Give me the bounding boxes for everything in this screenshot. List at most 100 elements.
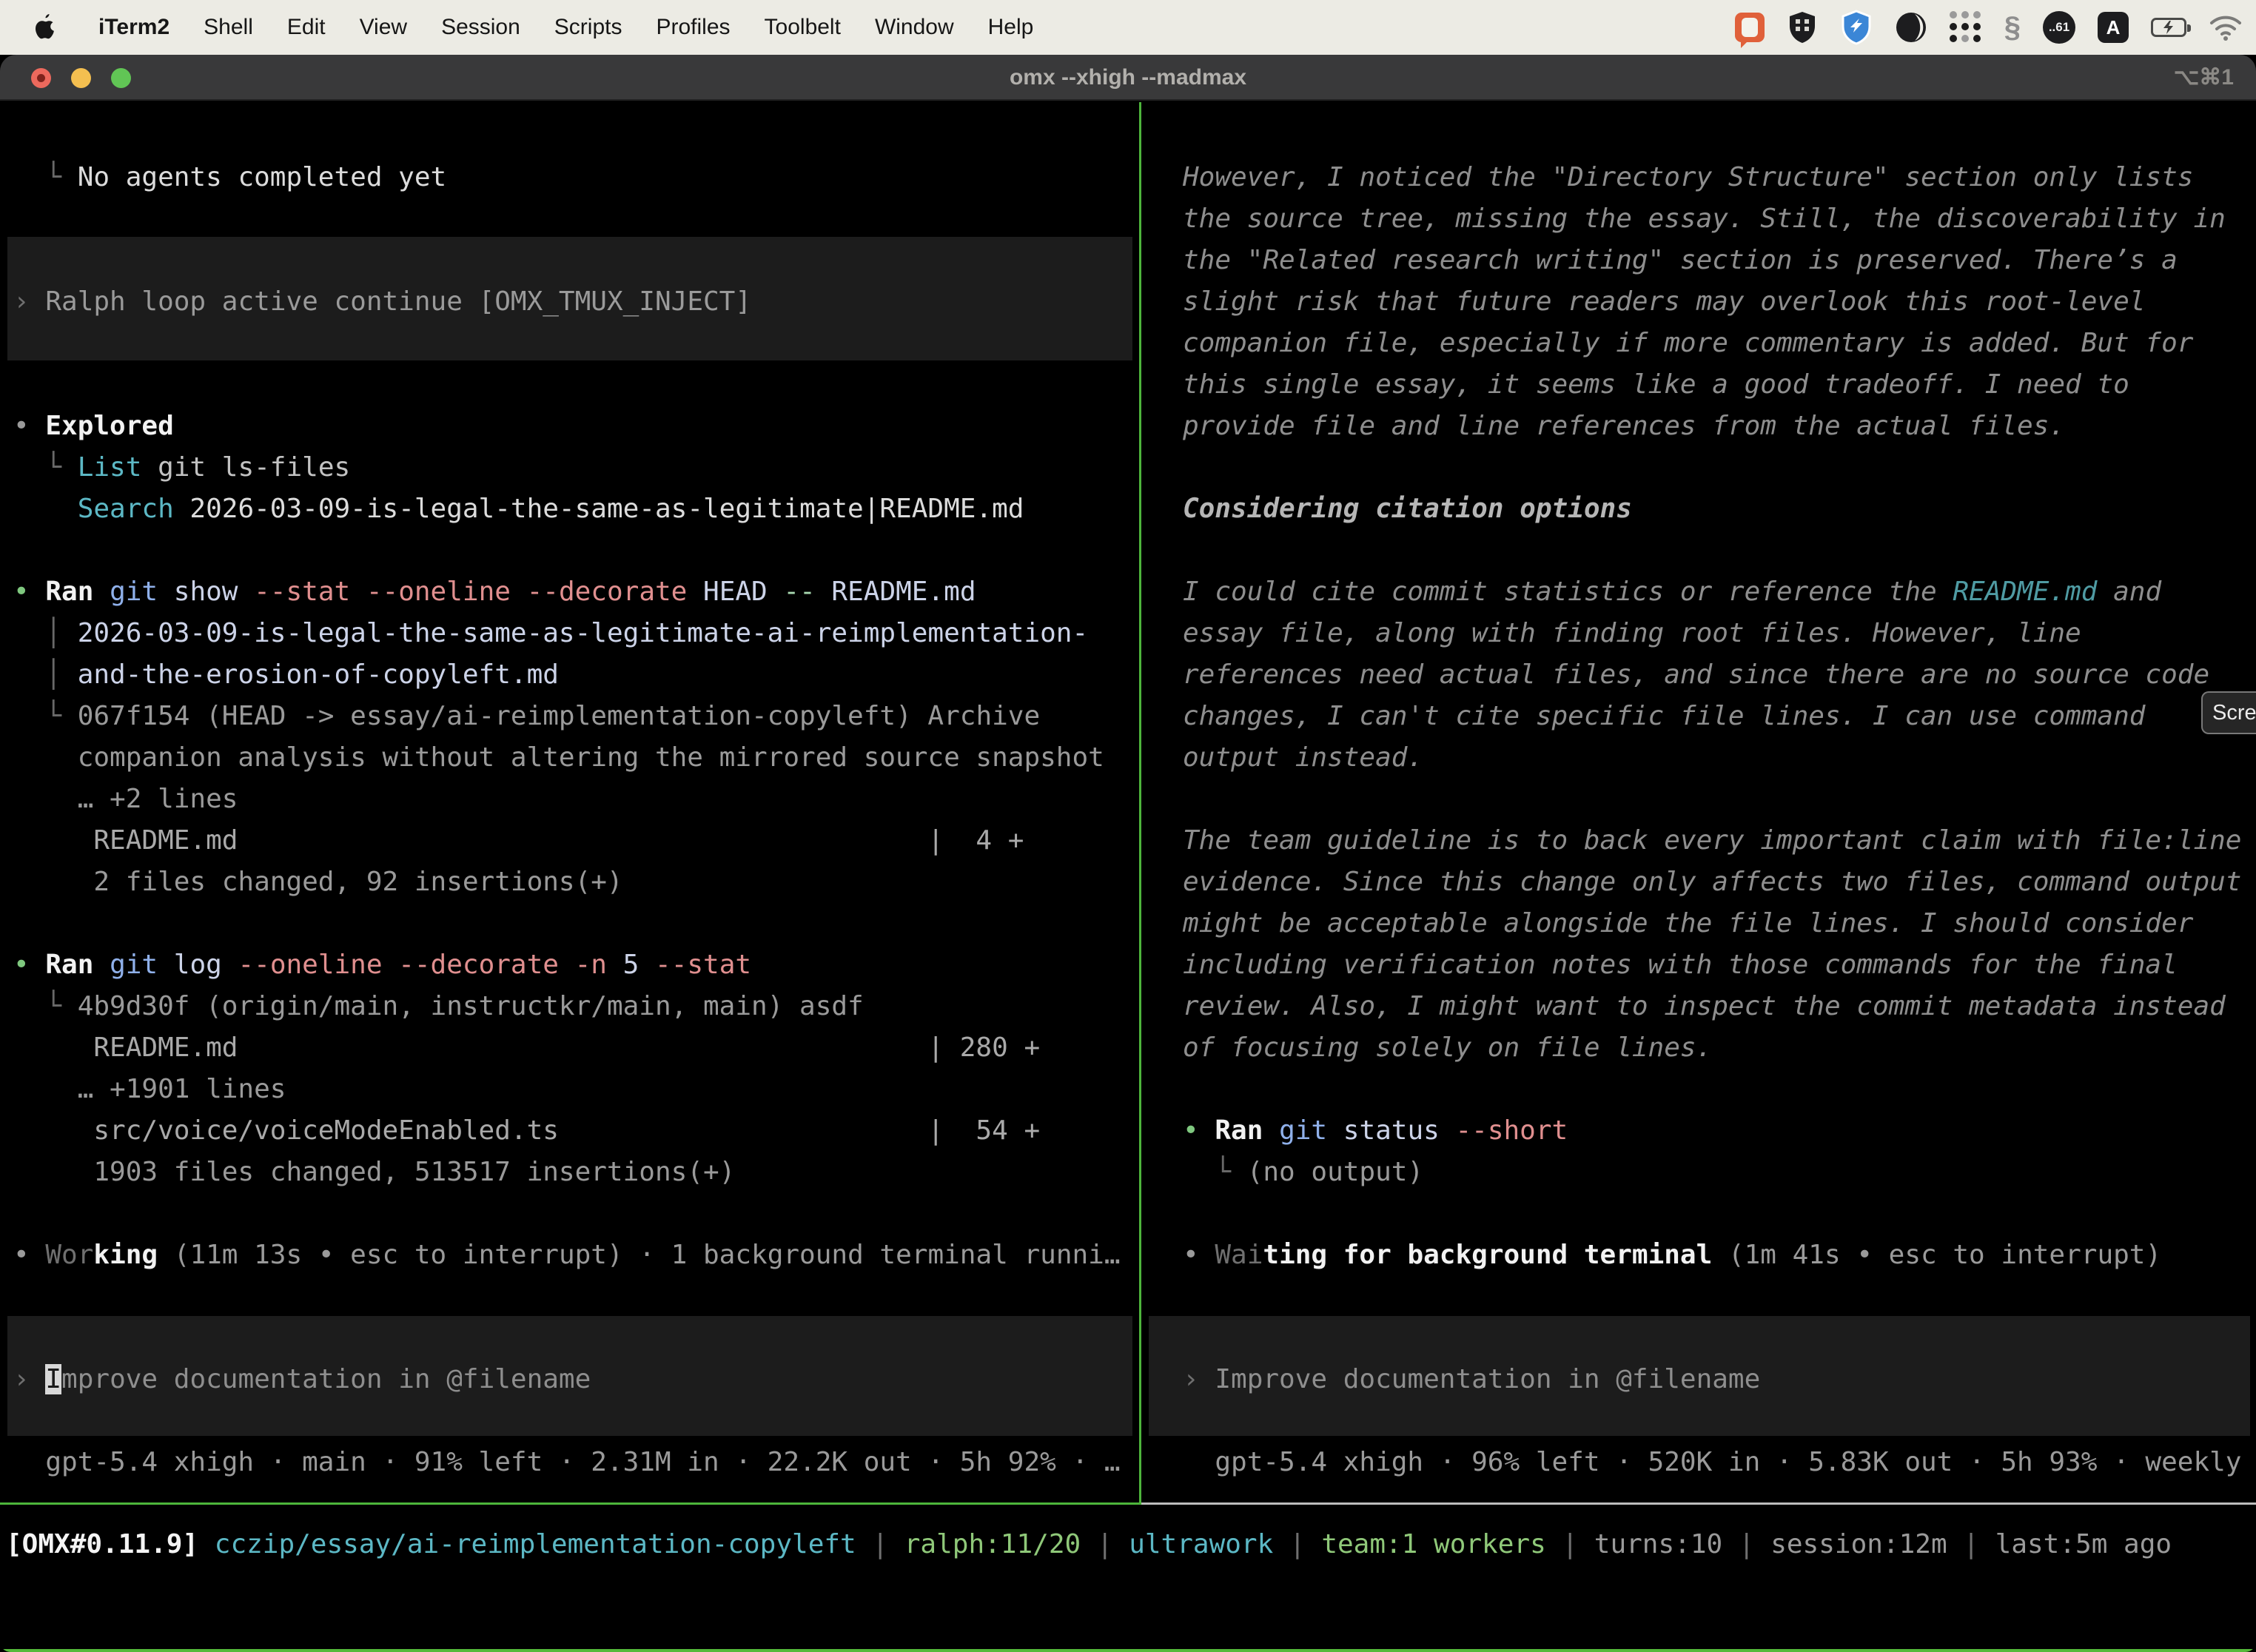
menu-toolbelt[interactable]: Toolbelt <box>748 15 858 40</box>
status-segment: | <box>1273 1529 1321 1559</box>
a-square-icon[interactable]: A <box>2098 10 2129 45</box>
battery-percent-icon[interactable]: ..61 <box>2043 10 2075 45</box>
menu-session[interactable]: Session <box>424 15 537 40</box>
terminal-line <box>1183 530 2256 571</box>
text-segment: (no output) <box>1247 1157 1423 1187</box>
tmux-status-bar: [omx-cczip0:bash* "MacBook-Pro-44.local"… <box>0 1649 2256 1652</box>
terminal-line <box>1183 1317 2256 1359</box>
terminal-line: evidence. Since this change only affects… <box>1183 862 2256 903</box>
menu-app-name[interactable]: iTerm2 <box>81 15 187 40</box>
menu-scripts[interactable]: Scripts <box>537 15 639 40</box>
menu-shell[interactable]: Shell <box>187 15 270 40</box>
terminal-line <box>13 323 1139 364</box>
text-segment: 2026-03-09-is-legal-the-same-as-legitima… <box>174 494 1024 524</box>
text-segment: --stat --oneline --decorate <box>254 577 703 607</box>
apple-menu-icon[interactable] <box>28 14 61 41</box>
terminal-line: │ 2026-03-09-is-legal-the-same-as-legiti… <box>13 613 1139 654</box>
text-segment: git <box>110 950 174 980</box>
text-segment: … +2 lines <box>13 784 238 814</box>
terminal-line: │ and-the-erosion-of-copyleft.md <box>13 654 1139 696</box>
text-segment: ting for background terminal <box>1263 1240 1712 1270</box>
text-segment: companion analysis without altering the … <box>13 742 1104 773</box>
shield-grid-icon[interactable] <box>1787 10 1818 45</box>
record-icon[interactable] <box>1735 10 1765 45</box>
menu-window[interactable]: Window <box>858 15 971 40</box>
menu-view[interactable]: View <box>343 15 424 40</box>
spark-shield-icon[interactable] <box>1840 10 1873 45</box>
status-segment: ultrawork <box>1129 1529 1273 1559</box>
text-segment: │ <box>13 659 78 690</box>
text-segment: --stat <box>655 950 751 980</box>
text-segment: slight risk that future readers may over… <box>1183 286 2145 317</box>
terminal-line: README.md | 4 + <box>13 820 1139 862</box>
text-segment: However, I noticed the "Directory Struct… <box>1183 162 2193 192</box>
text-segment: The team guideline is to back every impo… <box>1183 825 2241 856</box>
terminal-line <box>1183 1400 2256 1442</box>
window-title-bar[interactable]: omx --xhigh --madmax ⌥⌘1 <box>0 55 2256 101</box>
terminal-line: … +2 lines <box>13 779 1139 820</box>
status-segment: [OMX#0.11.9] <box>6 1529 215 1559</box>
text-segment: › <box>13 286 45 317</box>
text-segment: Ran <box>45 577 110 607</box>
text-segment: I could cite commit statistics or refere… <box>1183 577 1953 607</box>
terminal-area[interactable]: └ No agents completed yet› Ralph loop ac… <box>0 102 2256 1652</box>
text-segment: Considering citation options <box>1183 494 1632 524</box>
terminal-line: companion file, especially if more comme… <box>1183 323 2256 364</box>
terminal-line: references need actual files, and since … <box>1183 654 2256 696</box>
macos-menu-bar: iTerm2 ShellEditViewSessionScriptsProfil… <box>0 0 2256 55</box>
text-segment: --oneline --decorate <box>238 950 574 980</box>
terminal-line <box>13 364 1139 406</box>
command-input-right[interactable]: › Improve documentation in @filename <box>1183 1359 2256 1400</box>
status-segment: last:5m ago <box>1995 1529 2172 1559</box>
text-segment: └ <box>13 452 78 483</box>
text-segment: Search <box>78 494 174 524</box>
terminal-line: • Working (11m 13s • esc to interrupt) ·… <box>13 1235 1139 1276</box>
window-shortcut-badge: ⌥⌘1 <box>2174 55 2234 101</box>
text-segment: Improve documentation in @filename <box>1215 1364 1760 1394</box>
pane-divider-vertical[interactable] <box>1139 102 1141 1505</box>
text-segment: └ <box>13 701 78 731</box>
text-segment: king <box>93 1240 158 1270</box>
text-segment: essay file, along with finding root file… <box>1183 618 2081 648</box>
dots-grid-icon[interactable] <box>1950 10 1982 45</box>
screen-share-overlay-tab[interactable]: Scre <box>2201 691 2256 734</box>
terminal-line: └ 067f154 (HEAD -> essay/ai-reimplementa… <box>13 696 1139 737</box>
terminal-line: └ 4b9d30f (origin/main, instructkr/main,… <box>13 986 1139 1027</box>
wifi-icon[interactable] <box>2209 10 2243 45</box>
text-segment: mprove documentation in @filename <box>61 1364 591 1394</box>
terminal-line: the source tree, missing the essay. Stil… <box>1183 198 2256 240</box>
text-segment: src/voice/voiceModeEnabled.ts | 54 + <box>13 1115 1040 1146</box>
text-segment: show <box>174 577 254 607</box>
terminal-line: • Ran git status --short <box>1183 1110 2256 1152</box>
status-segment: | <box>1546 1529 1594 1559</box>
text-segment: git <box>110 577 174 607</box>
terminal-line <box>13 198 1139 240</box>
text-segment: Wai <box>1215 1240 1263 1270</box>
text-segment: 4b9d30f (origin/main, instructkr/main, m… <box>78 991 864 1021</box>
terminal-line <box>1183 447 2256 488</box>
squiggle-icon[interactable]: § <box>2004 10 2021 45</box>
contrast-circle-icon[interactable] <box>1895 10 1927 45</box>
command-input-left[interactable]: › Improve documentation in @filename <box>13 1359 1139 1400</box>
terminal-line: companion analysis without altering the … <box>13 737 1139 779</box>
text-segment: git ls-files <box>141 452 350 483</box>
text-segment: 5 <box>623 950 655 980</box>
terminal-line: including verification notes with those … <box>1183 944 2256 986</box>
text-segment: --short <box>1455 1115 1568 1146</box>
text-segment: -n <box>575 950 623 980</box>
text-segment: this single essay, it seems like a good … <box>1183 369 2129 400</box>
battery-icon[interactable] <box>2151 10 2186 45</box>
menu-edit[interactable]: Edit <box>270 15 343 40</box>
terminal-line: The team guideline is to back every impo… <box>1183 820 2256 862</box>
terminal-line <box>13 240 1139 281</box>
terminal-line: … +1901 lines <box>13 1069 1139 1110</box>
terminal-line: changes, I can't cite specific file line… <box>1183 696 2256 737</box>
tmux-pane-right[interactable]: However, I noticed the "Directory Struct… <box>1142 102 2256 1483</box>
tmux-pane-left[interactable]: └ No agents completed yet› Ralph loop ac… <box>0 102 1139 1483</box>
status-segment: | <box>856 1529 904 1559</box>
menu-profiles[interactable]: Profiles <box>639 15 747 40</box>
terminal-line: src/voice/voiceModeEnabled.ts | 54 + <box>13 1110 1139 1152</box>
menu-help[interactable]: Help <box>971 15 1051 40</box>
terminal-line: Considering citation options <box>1183 488 2256 530</box>
terminal-line: gpt-5.4 xhigh · main · 91% left · 2.31M … <box>13 1442 1139 1483</box>
